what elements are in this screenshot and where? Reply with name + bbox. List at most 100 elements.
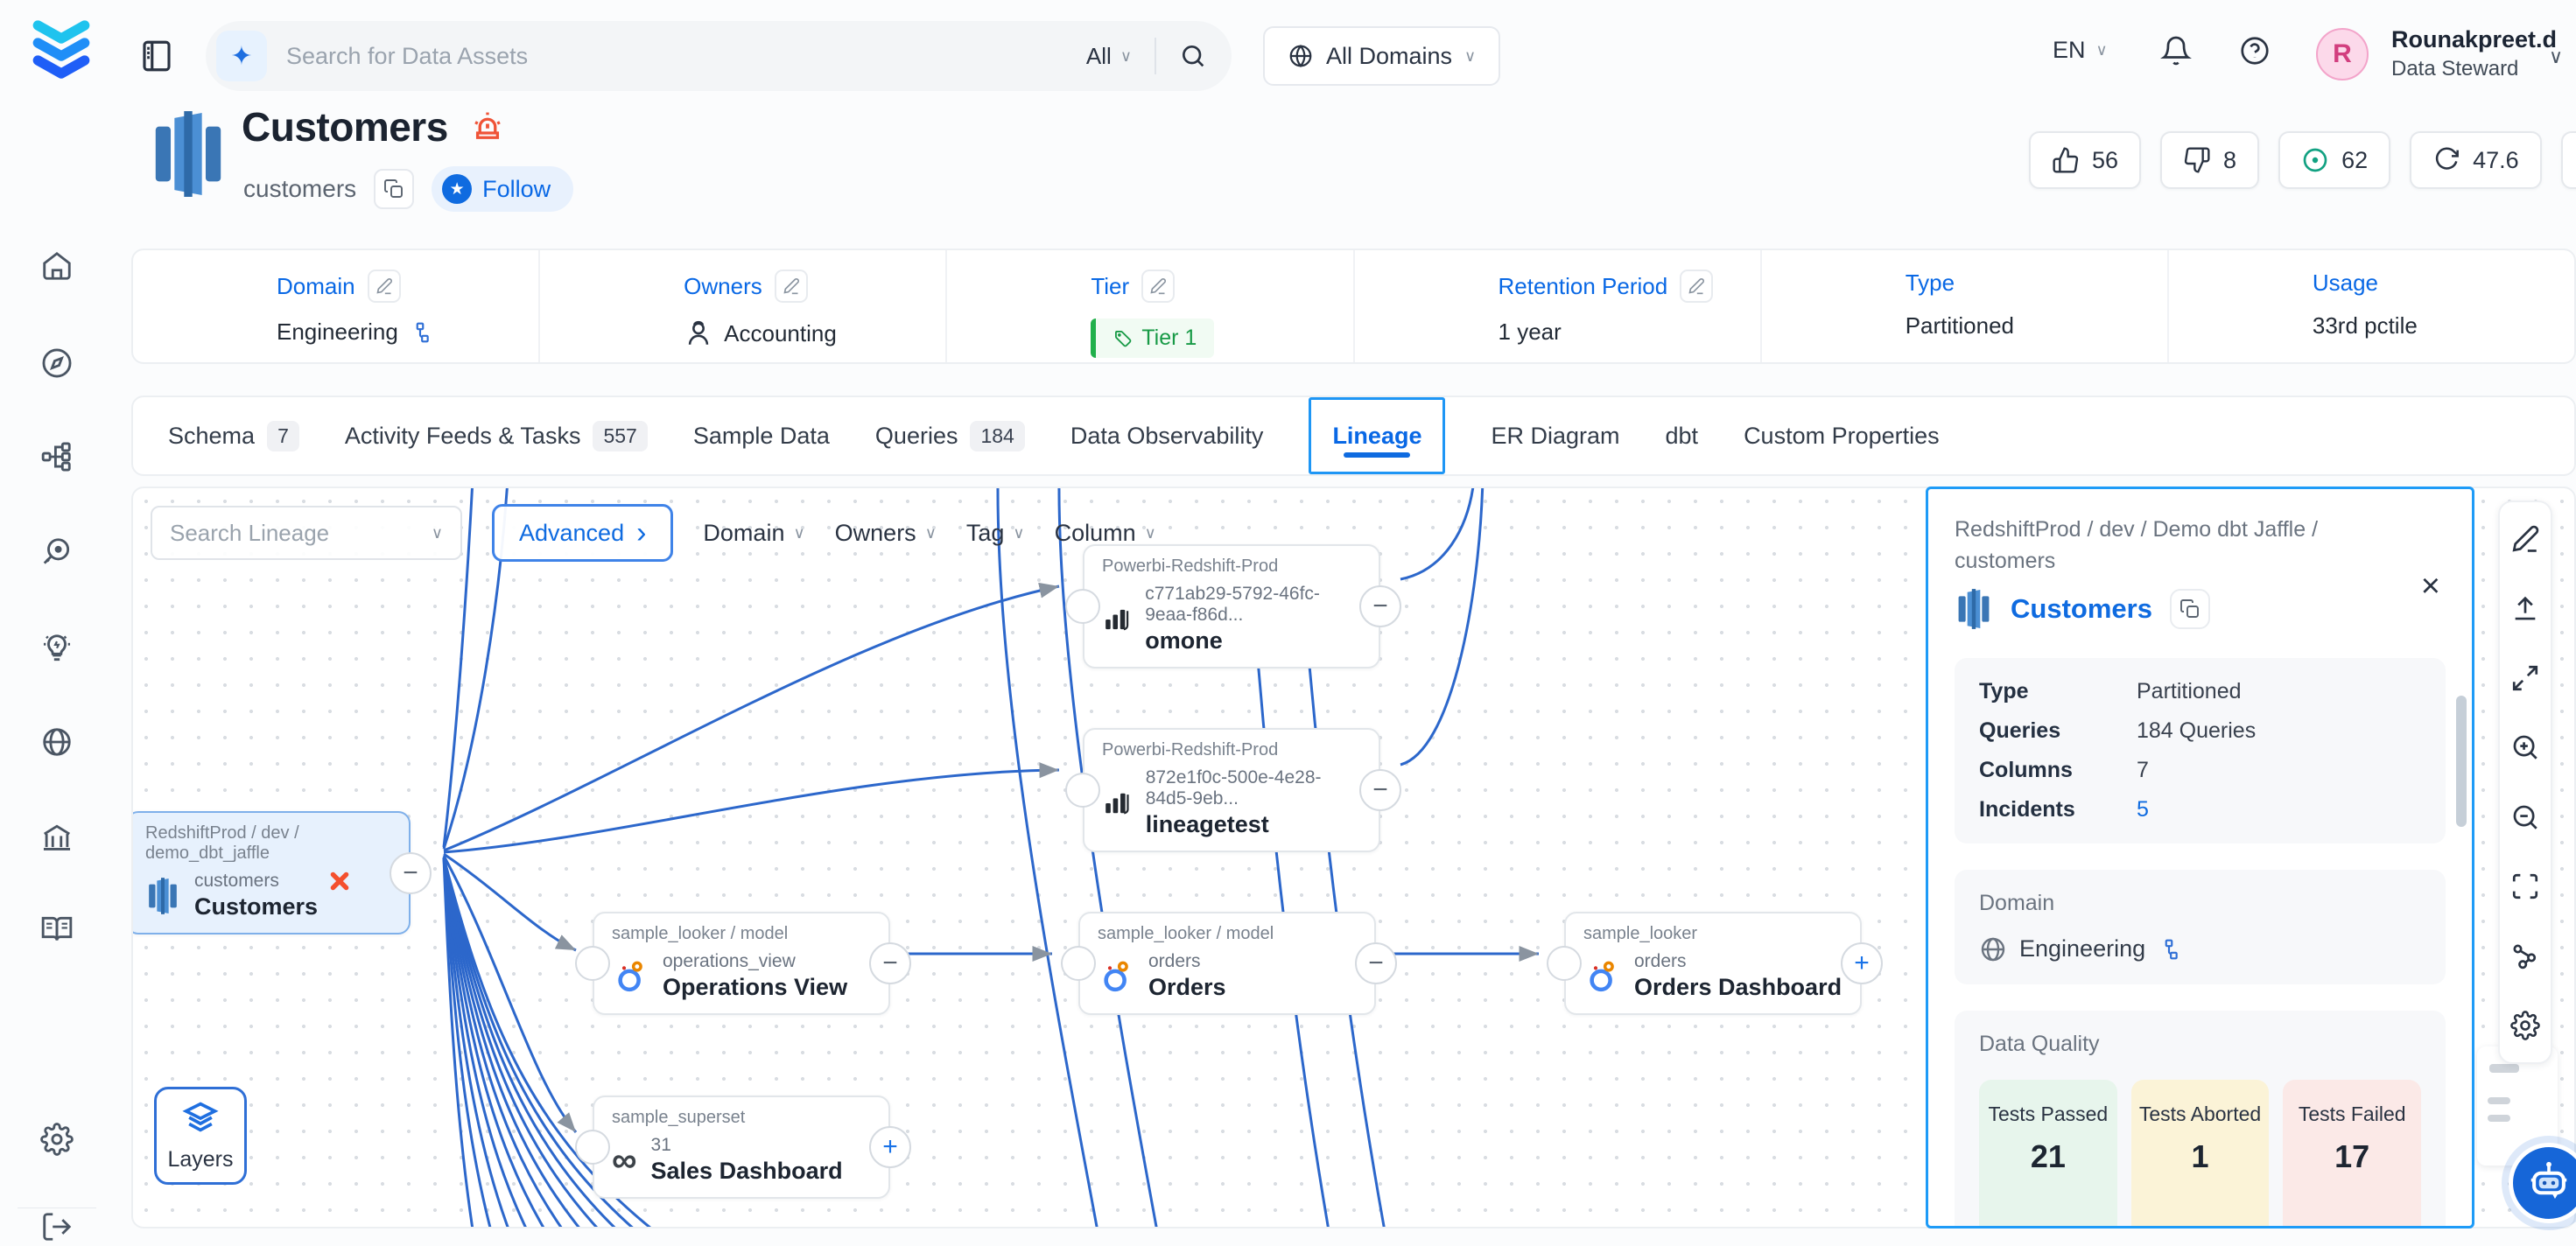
- edit-owners-button[interactable]: [775, 270, 808, 303]
- sidebar-item-govern[interactable]: [19, 809, 95, 865]
- tab-data-observability[interactable]: Data Observability: [1070, 397, 1264, 474]
- sidebar-item-insights[interactable]: [19, 620, 95, 676]
- close-panel-button[interactable]: ×: [2421, 570, 2440, 603]
- notifications-button[interactable]: [2160, 35, 2192, 66]
- lineage-settings-button[interactable]: [2508, 1008, 2543, 1043]
- lineage-node-orders[interactable]: sample_looker / model orders Orders −: [1078, 912, 1376, 1015]
- node-input-handle[interactable]: [1065, 773, 1100, 808]
- quality-score-button[interactable]: 62: [2278, 131, 2390, 189]
- collapse-node-button[interactable]: −: [869, 942, 911, 984]
- lineage-node-omone[interactable]: Powerbi-Redshift-Prod c771ab29-5792-46fc…: [1083, 544, 1380, 668]
- downvote-button[interactable]: 8: [2160, 131, 2259, 189]
- expand-node-button[interactable]: +: [1841, 942, 1883, 984]
- lineage-node-sales-dashboard[interactable]: sample_superset ∞ 31 Sales Dashboard +: [593, 1096, 890, 1199]
- panel-scrollbar[interactable]: [2456, 696, 2467, 827]
- panel-entity-link[interactable]: Customers: [2011, 593, 2152, 625]
- collapse-node-button[interactable]: −: [1355, 942, 1397, 984]
- sidebar-item-explore[interactable]: [19, 335, 95, 391]
- globe-icon: [1979, 935, 2007, 963]
- tab-schema[interactable]: Schema7: [168, 397, 299, 474]
- search-input[interactable]: [286, 43, 1086, 70]
- lineage-node-lineagetest[interactable]: Powerbi-Redshift-Prod 872e1f0c-500e-4e28…: [1083, 728, 1380, 852]
- sidebar-item-observability[interactable]: [19, 524, 95, 580]
- advanced-filter-button[interactable]: Advanced ›: [492, 504, 673, 562]
- sidebar-item-domains[interactable]: [19, 714, 95, 770]
- node-input-handle[interactable]: [1547, 946, 1582, 981]
- help-button[interactable]: [2239, 35, 2271, 66]
- looker-icon: [1583, 958, 1620, 995]
- collapse-node-button[interactable]: −: [1359, 585, 1401, 627]
- language-selector[interactable]: EN ∨: [2053, 37, 2108, 64]
- lineage-config-button[interactable]: [2508, 939, 2543, 974]
- node-input-handle[interactable]: [575, 1130, 610, 1165]
- detail-incidents-link[interactable]: 5: [2137, 797, 2149, 822]
- filter-owners[interactable]: Owners∨: [835, 520, 937, 547]
- sidebar-item-lineage[interactable]: [19, 429, 95, 485]
- sidebar-item-glossary[interactable]: [19, 901, 95, 957]
- fullscreen-button[interactable]: [2508, 869, 2543, 904]
- tab-activity-feeds[interactable]: Activity Feeds & Tasks557: [345, 397, 648, 474]
- node-input-handle[interactable]: [1061, 946, 1096, 981]
- follow-button[interactable]: ★ Follow: [432, 166, 573, 212]
- panel-breadcrumb[interactable]: RedshiftProd / dev / Demo dbt Jaffle / c…: [1955, 514, 2392, 578]
- node-input-handle[interactable]: [575, 946, 610, 981]
- copy-name-button[interactable]: [374, 169, 414, 209]
- search-scope-dropdown[interactable]: All ∨: [1086, 43, 1132, 70]
- owners-value[interactable]: Accounting: [724, 320, 837, 347]
- remove-node-icon[interactable]: [328, 870, 351, 892]
- tab-er-diagram[interactable]: ER Diagram: [1491, 397, 1619, 474]
- sidebar-item-logout[interactable]: [19, 1199, 95, 1246]
- zoom-in-button[interactable]: [2508, 730, 2543, 765]
- tab-sample-data[interactable]: Sample Data: [693, 397, 830, 474]
- user-menu[interactable]: Rounakpreet.d Data Steward: [2391, 26, 2557, 81]
- upvote-button[interactable]: 56: [2029, 131, 2141, 189]
- lineage-node-operations-view[interactable]: sample_looker / model operations_view Op…: [593, 912, 890, 1015]
- settings-gear-icon: [40, 1123, 74, 1156]
- tier-badge[interactable]: Tier 1: [1091, 318, 1214, 358]
- tests-aborted-tile[interactable]: Tests Aborted 1: [2131, 1080, 2270, 1229]
- follow-label: Follow: [482, 176, 551, 203]
- panel-domain-value[interactable]: Engineering: [2019, 935, 2145, 962]
- search-icon[interactable]: [1179, 42, 1207, 70]
- usage-score-button[interactable]: 47.6: [2410, 131, 2542, 189]
- export-lineage-button[interactable]: [2508, 591, 2543, 626]
- filter-tag[interactable]: Tag∨: [966, 520, 1025, 547]
- edit-tier-button[interactable]: [1141, 270, 1175, 303]
- tests-passed-tile[interactable]: Tests Passed 21: [1979, 1080, 2117, 1229]
- tab-lineage[interactable]: Lineage: [1309, 397, 1445, 474]
- ai-sparkle-button[interactable]: ✦: [216, 31, 267, 81]
- lineage-node-customers[interactable]: RedshiftProd / dev / demo_dbt_jaffle cus…: [131, 811, 411, 934]
- tab-dbt[interactable]: dbt: [1666, 397, 1699, 474]
- edit-domain-button[interactable]: [368, 270, 401, 303]
- collapse-node-button[interactable]: −: [1359, 769, 1401, 811]
- sidebar-item-home[interactable]: [19, 238, 95, 294]
- zoom-out-button[interactable]: [2508, 800, 2543, 835]
- tests-failed-tile[interactable]: Tests Failed 17: [2283, 1080, 2421, 1229]
- domain-value[interactable]: Engineering: [277, 318, 398, 346]
- expand-node-button[interactable]: +: [869, 1126, 911, 1168]
- edit-lineage-button[interactable]: [2508, 522, 2543, 556]
- collapse-node-button[interactable]: −: [390, 852, 432, 894]
- quality-disc-icon: [2301, 146, 2329, 174]
- filter-column[interactable]: Column∨: [1055, 520, 1156, 547]
- sidebar-item-settings[interactable]: [19, 1111, 95, 1167]
- more-actions-button[interactable]: ⋮: [2561, 131, 2576, 189]
- lineage-node-orders-dashboard[interactable]: sample_looker orders Orders Dashboard +: [1564, 912, 1862, 1015]
- layers-button[interactable]: Layers: [154, 1087, 247, 1185]
- lineage-search-select[interactable]: Search Lineage ∨: [151, 506, 462, 560]
- copy-fqn-button[interactable]: [2170, 589, 2210, 629]
- info-tier: Tier Tier 1: [947, 250, 1354, 362]
- data-quality-label: Data Quality: [1979, 1032, 2421, 1057]
- all-domains-selector[interactable]: All Domains ∨: [1263, 26, 1500, 86]
- node-input-handle[interactable]: [1065, 589, 1100, 624]
- tab-custom-properties[interactable]: Custom Properties: [1744, 397, 1940, 474]
- sidebar-toggle-button[interactable]: [138, 35, 180, 77]
- superset-icon: ∞: [612, 1143, 637, 1178]
- user-avatar[interactable]: R: [2316, 28, 2369, 80]
- collate-logo[interactable]: [26, 12, 96, 82]
- filter-domain[interactable]: Domain∨: [703, 520, 804, 547]
- fit-view-button[interactable]: [2508, 661, 2543, 696]
- tab-queries[interactable]: Queries184: [875, 397, 1025, 474]
- edit-retention-button[interactable]: [1680, 270, 1713, 303]
- node-service: sample_superset: [612, 1108, 871, 1128]
